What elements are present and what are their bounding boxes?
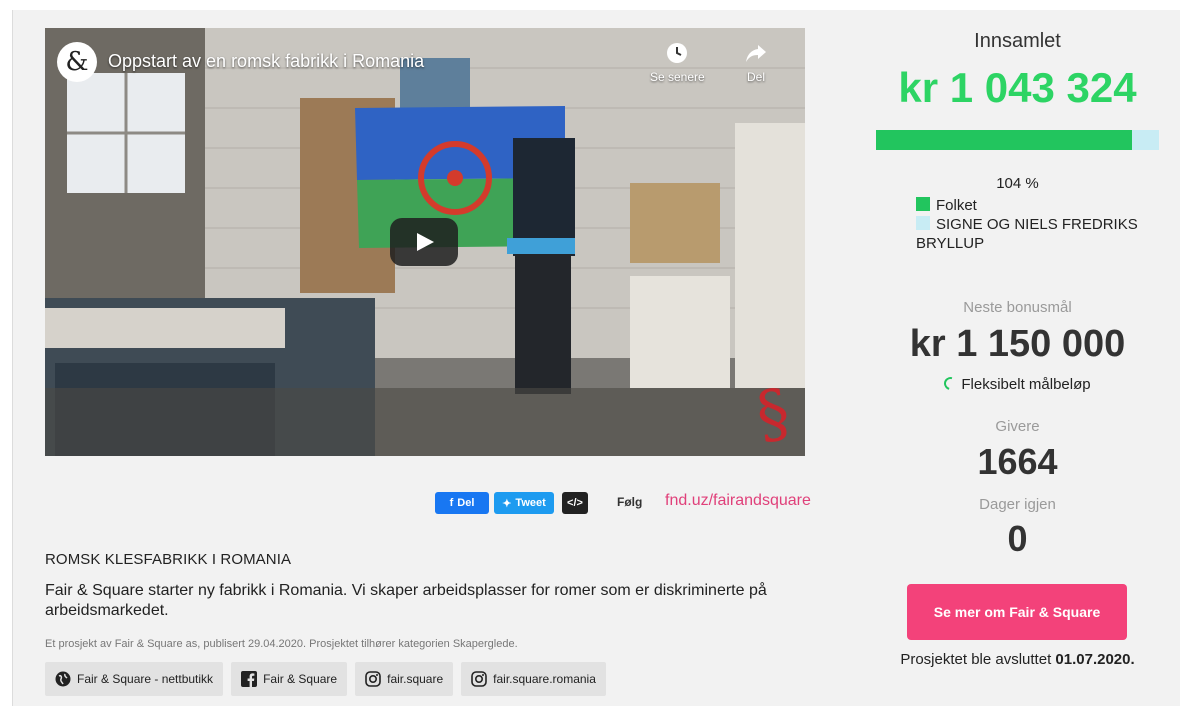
legend-swatch (916, 197, 930, 211)
legend-item-folket: Folket (916, 196, 1156, 215)
funding-percent: 104 % (996, 175, 1039, 192)
short-link[interactable]: fnd.uz/fairandsquare (665, 492, 811, 510)
facebook-share-label: Del (457, 497, 475, 509)
watch-later-label: Se senere (650, 70, 705, 84)
video-player[interactable]: & Oppstart av en romsk fabrikk i Romania… (45, 28, 805, 456)
facebook-icon: f (449, 497, 454, 509)
project-description: Fair & Square starter ny fabrikk i Roman… (45, 582, 767, 619)
project-category-title: ROMSK KLESFABRIKK I ROMANIA (45, 551, 292, 568)
facebook-share-button[interactable]: f Del (435, 492, 489, 514)
channel-logo[interactable]: & (57, 42, 97, 82)
legend-swatch (916, 216, 930, 230)
video-title[interactable]: Oppstart av en romsk fabrikk i Romania (108, 51, 424, 72)
instagram-icon (365, 671, 381, 687)
twitter-bird-icon: ✦ (502, 497, 512, 510)
link-instagram-romania[interactable]: fair.square.romania (461, 662, 606, 696)
share-arrow-icon (746, 45, 766, 62)
days-left-count: 0 (1007, 518, 1028, 559)
funding-legend: Folket SIGNE OG NIELS FREDRIKS BRYLLUP (916, 196, 1156, 253)
legend-label: Folket (936, 197, 977, 214)
tweet-label: Tweet (515, 497, 546, 509)
legend-item-wedding: SIGNE OG NIELS FREDRIKS BRYLLUP (916, 215, 1156, 253)
givers-count: 1664 (977, 441, 1058, 482)
clock-icon (667, 43, 688, 63)
instagram-icon (471, 671, 487, 687)
days-left-label: Dager igjen (979, 496, 1056, 513)
link-facebook[interactable]: Fair & Square (231, 662, 348, 696)
raised-label: Innsamlet (974, 30, 1061, 52)
video-share-button[interactable]: Del (745, 42, 767, 84)
link-webshop[interactable]: Fair & Square - nettbutikk (45, 662, 224, 696)
spinner-icon (942, 374, 960, 393)
next-goal-label: Neste bonusmål (963, 299, 1072, 316)
link-label: fair.square (387, 672, 444, 686)
follow-button[interactable]: Følg (617, 495, 642, 509)
embed-button[interactable]: </> (562, 492, 588, 514)
givers-label: Givere (995, 418, 1040, 435)
tweet-button[interactable]: ✦ Tweet (494, 492, 554, 514)
project-meta: Et prosjekt av Fair & Square as, publise… (45, 638, 518, 650)
link-label: Fair & Square (263, 672, 338, 686)
link-label: Fair & Square - nettbutikk (77, 672, 214, 686)
next-goal-amount: kr 1 150 000 (909, 323, 1126, 365)
ended-prefix: Prosjektet ble avsluttet (900, 651, 1052, 668)
watch-later-button[interactable]: Se senere (650, 42, 705, 84)
video-share-label: Del (746, 70, 765, 84)
facebook-icon (241, 671, 258, 687)
globe-icon (55, 671, 71, 687)
project-ended-text: Prosjektet ble avsluttet 01.07.2020. (860, 651, 1175, 668)
project-links: Fair & Square - nettbutikk Fair & Square… (45, 662, 606, 696)
funding-progress-bar (876, 130, 1159, 150)
flexible-goal: Fleksibelt målbeløp (860, 374, 1175, 393)
ended-date: 01.07.2020. (1055, 651, 1135, 668)
flexible-goal-label: Fleksibelt målbeløp (961, 376, 1091, 393)
link-label: fair.square.romania (493, 672, 596, 686)
embed-label: </> (567, 497, 583, 509)
see-more-button[interactable]: Se mer om Fair & Square (907, 584, 1127, 640)
legend-label: SIGNE OG NIELS FREDRIKS BRYLLUP (916, 216, 1138, 252)
link-instagram-fair-square[interactable]: fair.square (355, 662, 454, 696)
funding-progress-fill (876, 130, 1133, 150)
play-button[interactable] (390, 218, 458, 266)
raised-amount: kr 1 043 324 (898, 64, 1137, 111)
